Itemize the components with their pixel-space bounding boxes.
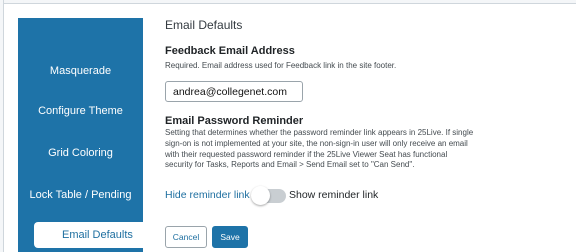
reminder-link-toggle[interactable] <box>251 186 286 205</box>
sidebar-item-grid-coloring[interactable]: Grid Coloring <box>18 143 143 163</box>
feedback-email-label: Feedback Email Address <box>165 45 295 57</box>
sidebar-item-configure-theme[interactable]: Configure Theme <box>18 101 143 121</box>
feedback-email-help: Required. Email address used for Feedbac… <box>165 61 397 70</box>
hide-reminder-link-label[interactable]: Hide reminder link <box>165 189 250 201</box>
admin-sidebar: Masquerade Configure Theme Grid Coloring… <box>18 18 159 252</box>
help-line: with their requested password reminder i… <box>165 149 448 159</box>
help-line: sign-on is not implemented at your site,… <box>165 138 468 148</box>
help-line: Setting that determines whether the pass… <box>165 128 474 137</box>
feedback-email-input[interactable] <box>165 81 303 102</box>
window-left-edge <box>0 0 4 252</box>
reminder-toggle-row: Hide reminder link Show reminder link <box>165 186 465 206</box>
sidebar-item-lock-table-pending[interactable]: Lock Table / Pending <box>18 185 143 205</box>
password-reminder-help: Setting that determines whether the pass… <box>165 128 545 171</box>
sidebar-item-email-defaults[interactable]: Email Defaults <box>34 222 159 248</box>
save-button[interactable]: Save <box>212 226 248 248</box>
toggle-knob[interactable] <box>251 186 270 205</box>
section-title: Email Defaults <box>165 18 243 32</box>
cancel-button[interactable]: Cancel <box>165 226 207 248</box>
help-line: security for Tasks, Reports and Email > … <box>165 160 415 170</box>
show-reminder-link-label[interactable]: Show reminder link <box>289 189 378 201</box>
sidebar-item-masquerade[interactable]: Masquerade <box>18 61 143 81</box>
password-reminder-label: Email Password Reminder <box>165 115 304 127</box>
email-defaults-panel: Email Defaults Feedback Email Address Re… <box>165 0 570 252</box>
